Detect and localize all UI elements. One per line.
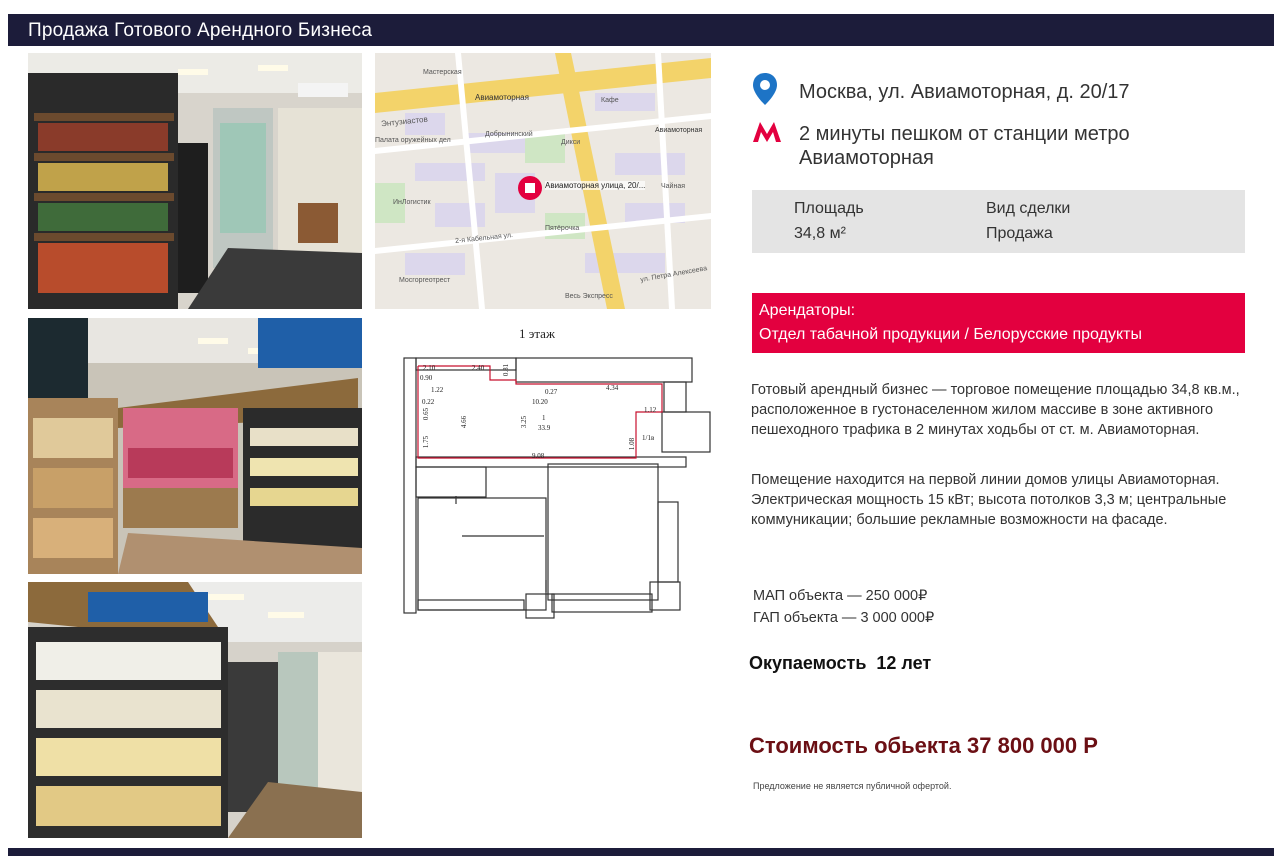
map-place-label: ИнЛогистик: [393, 199, 431, 206]
plan-dim: 10.20: [532, 398, 548, 406]
address-text: Москва, ул. Авиамоторная, д. 20/17: [799, 81, 1130, 103]
location-pin-icon: [753, 73, 777, 105]
photo-dairy-counter: [28, 318, 362, 574]
header-bar: Продажа Готового Арендного Бизнеса: [8, 14, 1274, 46]
tenants-value: Отдел табачной продукции / Белорусские п…: [759, 326, 1142, 343]
payback-period: Окупаемость 12 лет: [749, 653, 932, 673]
area-value: 34,8 м²: [794, 225, 846, 242]
metro-text-line2: Авиамоторная: [799, 147, 934, 169]
disclaimer: Предложение не является публичной оферто…: [753, 781, 952, 791]
plan-dim: 0.81: [502, 363, 511, 377]
plan-dim: 0.27: [545, 388, 558, 396]
description-paragraph-2: Помещение находится на первой линии домо…: [751, 472, 1227, 528]
map-price: МАП объекта — 250 000₽: [753, 588, 928, 604]
metro-text-line1: 2 минуты пешком от станции метро: [799, 123, 1130, 145]
plan-dim: 33.9: [538, 424, 551, 432]
deal-type-label: Вид сделки: [986, 200, 1071, 217]
floor-plan: 1 этаж 2.10 2.40 0.81 0.90 1.22 0.27 4.3…: [392, 322, 714, 622]
plan-dim: 1.75: [422, 435, 431, 449]
plan-dim: 2.10: [423, 364, 436, 372]
plan-dim: 1: [542, 414, 546, 422]
photo-dairy-fridge: [28, 582, 362, 838]
plan-dim: 0.90: [420, 374, 433, 382]
map-place-label: Палата оружейных дел: [375, 137, 451, 144]
plan-dim: 0.65: [422, 407, 431, 421]
page-title: Продажа Готового Арендного Бизнеса: [28, 20, 373, 41]
plan-dim: 4.34: [606, 384, 619, 392]
plan-dim: 1.08: [628, 437, 637, 451]
map-place-label: Пятёрочка: [545, 225, 580, 232]
map-place-label: Добрынинский: [485, 131, 533, 138]
map-pin-label: Авиамоторная улица, 20/...: [545, 181, 646, 190]
map-place-label: Мосгоргеотрест: [399, 277, 451, 284]
description-paragraph-1: Готовый арендный бизнес — торговое помещ…: [751, 382, 1240, 438]
plan-dim: 0.22: [422, 398, 435, 406]
area-label: Площадь: [794, 200, 864, 217]
plan-dim: 1.12: [644, 406, 657, 414]
map-place-label: Дикси: [561, 139, 581, 146]
object-cost: Стоимость обьекта 37 800 000 Р: [749, 733, 1098, 758]
map-place-label: Мастерская: [423, 69, 462, 76]
plan-dim: 3.25: [520, 415, 529, 429]
location-map[interactable]: Авиамоторная улица, 20/... Энтузиастов 2…: [375, 53, 711, 309]
map-place-label: Чайная: [661, 183, 686, 190]
plan-dim: 2.40: [472, 364, 485, 372]
footer-bar: [8, 848, 1274, 856]
gap-price: ГАП объекта — 3 000 000₽: [753, 610, 935, 626]
metro-m-icon: [753, 122, 781, 142]
tenants-label: Арендаторы:: [759, 302, 856, 319]
plan-dim: 1/1в: [642, 434, 655, 442]
specs-box: Площадь 34,8 м² Вид сделки Продажа: [752, 190, 1245, 253]
map-place-label: Авиамоторная: [475, 93, 529, 102]
plan-dim: 4.66: [460, 415, 469, 429]
tenants-box: Арендаторы: Отдел табачной продукции / Б…: [752, 293, 1245, 353]
plan-dim: 9.08: [532, 452, 545, 460]
map-place-label: Авиамоторная: [655, 127, 703, 134]
map-place-label: Кафе: [601, 97, 619, 104]
plan-dim: 1.22: [431, 386, 444, 394]
map-place-label: Весь Экспресс: [565, 293, 613, 300]
photo-shop-shelves: [28, 53, 362, 309]
deal-type-value: Продажа: [986, 225, 1053, 242]
